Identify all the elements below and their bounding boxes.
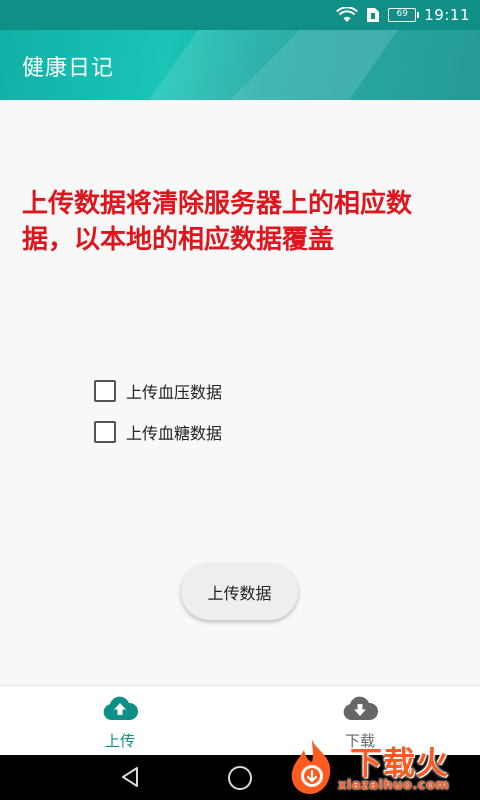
flame-logo-icon [282,736,342,800]
page-title: 健康日记 [22,56,115,81]
upload-data-button[interactable]: 上传数据 [181,563,298,620]
status-bar: 69 19:11 [0,0,480,30]
home-icon[interactable] [227,765,253,795]
clock: 19:11 [424,6,470,24]
cloud-download-icon [342,696,379,726]
watermark: 下载火 xiazaihuo.com [278,732,480,800]
checkbox-label: 上传血压数据 [126,383,223,402]
app-bar: 健康日记 [0,30,480,100]
battery-icon: 69 [388,8,420,22]
nav-item-upload[interactable]: 上传 [0,686,240,756]
checkbox-square[interactable] [94,421,116,443]
cloud-upload-icon [102,696,139,726]
checkbox-upload-blood-sugar[interactable]: 上传血糖数据 [94,418,222,446]
checkbox-upload-blood-pressure[interactable]: 上传血压数据 [94,377,222,405]
warning-message: 上传数据将清除服务器上的相应数据，以本地的相应数据覆盖 [22,189,413,255]
app-screen: 69 19:11 健康日记 上传数据将清除服务器上的相应数据，以本地的相应数据覆… [0,0,480,800]
watermark-url: xiazaihuo.com [338,778,450,793]
wifi-icon [336,7,359,23]
checkbox-square[interactable] [94,380,116,402]
back-icon[interactable] [118,765,142,793]
nav-label: 上传 [104,732,135,750]
checkbox-label: 上传血糖数据 [126,424,223,443]
sim-card-icon [366,7,380,23]
